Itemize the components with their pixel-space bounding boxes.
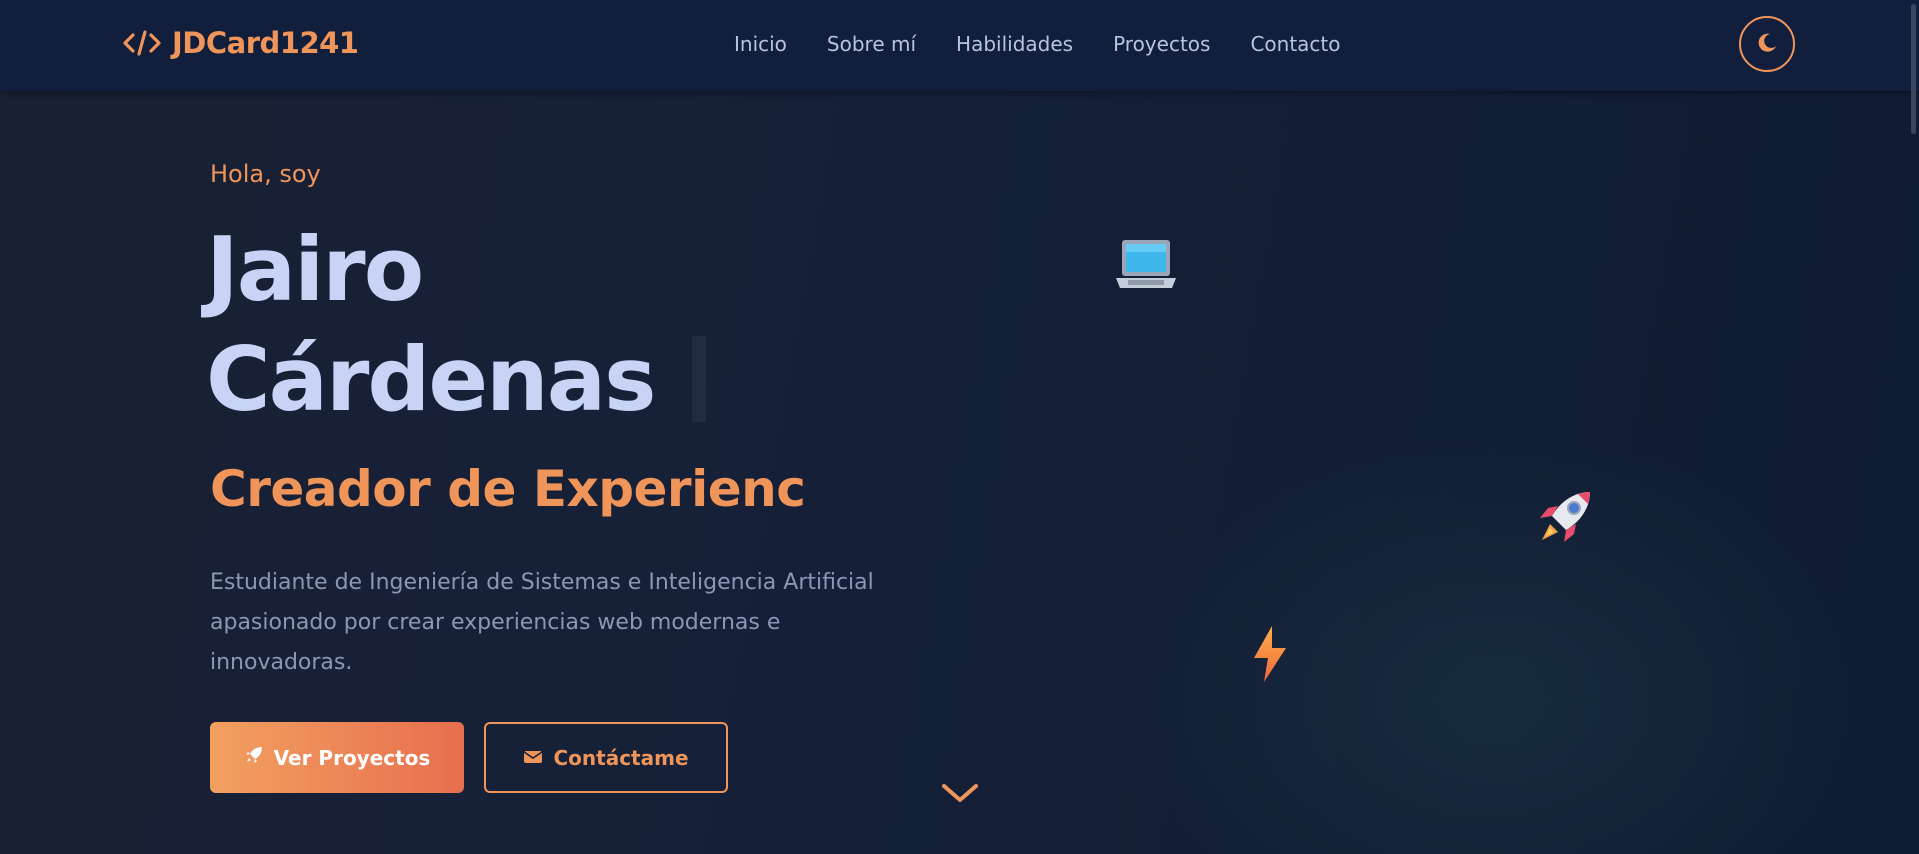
hero-description: Estudiante de Ingeniería de Sistemas e I… <box>210 570 874 675</box>
view-projects-button[interactable]: Ver Proyectos <box>210 722 464 793</box>
scroll-down-button[interactable] <box>940 780 980 810</box>
nav-link-sobre-mi[interactable]: Sobre mí <box>827 29 916 59</box>
page: JDCard1241 Inicio Sobre mí Habilidades P… <box>0 0 1919 854</box>
theme-toggle-button[interactable] <box>1739 16 1795 72</box>
hero-name-first: Jairo <box>206 218 424 321</box>
typing-cursor <box>692 336 706 422</box>
code-icon <box>122 28 162 58</box>
chevron-down-icon <box>941 781 979 809</box>
navbar: JDCard1241 Inicio Sobre mí Habilidades P… <box>0 0 1919 91</box>
nav-link-inicio[interactable]: Inicio <box>734 29 787 59</box>
hero-greeting: Hola, soy <box>210 160 321 188</box>
contact-me-label: Contáctame <box>553 745 689 770</box>
nav-menu: Inicio Sobre mí Habilidades Proyectos Co… <box>734 29 1381 59</box>
moon-icon <box>1756 32 1778 57</box>
view-projects-label: Ver Proyectos <box>273 745 431 770</box>
laptop-icon <box>1114 234 1178 298</box>
hero-typed-role: Creador de Experienc <box>210 460 806 518</box>
rocket-icon <box>244 745 264 770</box>
nav-link-habilidades[interactable]: Habilidades <box>956 29 1073 59</box>
nav-link-contacto[interactable]: Contacto <box>1250 29 1340 59</box>
rocket-icon <box>1530 484 1598 552</box>
contact-me-button[interactable]: Contáctame <box>484 722 728 793</box>
scrollbar-thumb[interactable] <box>1911 4 1916 134</box>
nav-link-proyectos[interactable]: Proyectos <box>1113 29 1210 59</box>
hero-name-last: Cárdenas <box>206 328 656 431</box>
brand-logo[interactable]: JDCard1241 <box>122 22 359 64</box>
brand-name: JDCard1241 <box>172 26 359 60</box>
lightning-icon <box>1250 624 1290 684</box>
envelope-icon <box>523 746 543 770</box>
